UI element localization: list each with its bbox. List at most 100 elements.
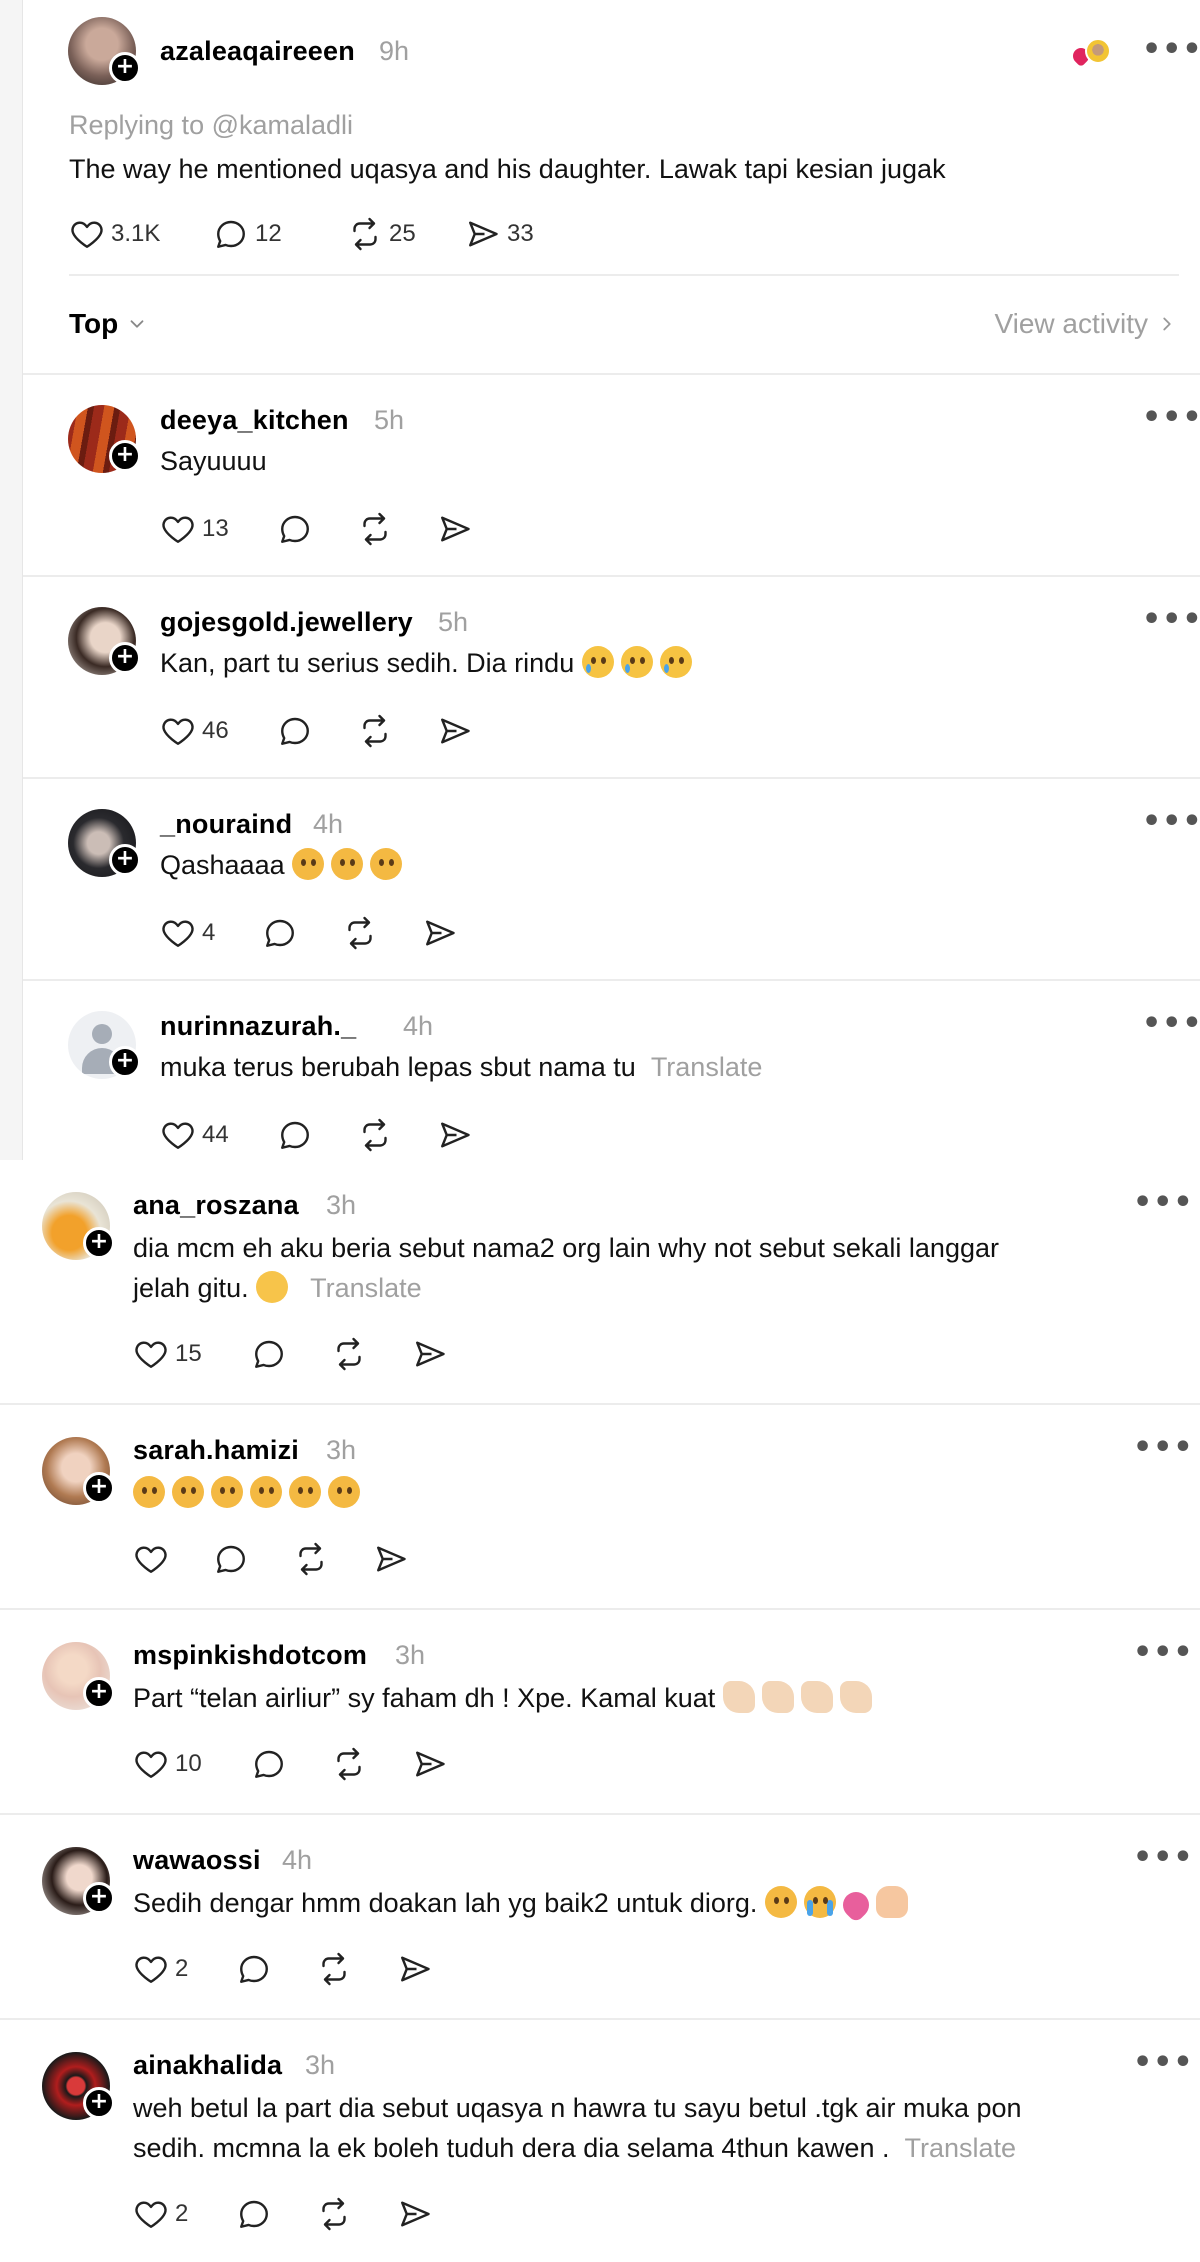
more-options-icon[interactable]: •••	[1133, 2045, 1194, 2080]
reply-button[interactable]	[236, 1951, 272, 1987]
replying-to[interactable]: Replying to @kamaladli	[69, 110, 353, 141]
reply-button[interactable]	[251, 1746, 287, 1782]
share-button[interactable]	[412, 1746, 448, 1782]
repost-button[interactable]	[357, 713, 393, 749]
username[interactable]: nurinnazurah._	[160, 1011, 356, 1042]
like-button[interactable]: 44	[160, 1117, 229, 1153]
share-button[interactable]	[412, 1336, 448, 1372]
reply-post[interactable]: + sarah.hamizi 3h •••	[0, 1405, 1200, 1610]
flexed-biceps-emoji	[722, 1681, 755, 1713]
username[interactable]: deeya_kitchen	[160, 405, 349, 436]
username[interactable]: mspinkishdotcom	[133, 1640, 367, 1671]
reply-button[interactable]	[277, 1117, 313, 1153]
reply-button[interactable]	[236, 2196, 272, 2232]
repost-button[interactable]	[331, 1746, 367, 1782]
follow-plus-icon[interactable]: +	[83, 1882, 115, 1914]
reply-button[interactable]	[277, 511, 313, 547]
follow-plus-icon[interactable]: +	[109, 1046, 141, 1078]
reply-button[interactable]	[251, 1336, 287, 1372]
reply-button[interactable]	[277, 713, 313, 749]
like-button[interactable]: 3.1K	[69, 216, 160, 252]
thread-screenshot-bottom: + ana_roszana 3h ••• dia mcm eh aku beri…	[0, 1160, 1200, 2262]
repost-button[interactable]	[316, 1951, 352, 1987]
reply-post[interactable]: + ainakhalida 3h ••• weh betul la part d…	[0, 2020, 1200, 2262]
reply-post[interactable]: + _nouraind 4h ••• Qashaaaa 4	[23, 779, 1200, 981]
username[interactable]: sarah.hamizi	[133, 1435, 299, 1466]
post-text-content: Sayuuuu	[160, 446, 267, 476]
more-options-icon[interactable]: •••	[1142, 602, 1200, 637]
pleading-face-emoji	[764, 1886, 797, 1918]
username[interactable]: gojesgold.jewellery	[160, 607, 413, 638]
pleading-face-emoji	[250, 1476, 282, 1508]
like-button[interactable]: 46	[160, 713, 229, 749]
translate-link[interactable]: Translate	[310, 1273, 422, 1303]
post-time: 5h	[374, 405, 405, 435]
share-button[interactable]	[437, 713, 473, 749]
reply-post[interactable]: + deeya_kitchen 5h ••• Sayuuuu 13	[23, 375, 1200, 577]
more-options-icon[interactable]: •••	[1142, 1006, 1200, 1041]
username[interactable]: ainakhalida	[133, 2050, 282, 2081]
repost-button[interactable]	[357, 511, 393, 547]
reply-post[interactable]: + nurinnazurah._ 4h ••• muka terus berub…	[23, 981, 1200, 1161]
view-activity-link[interactable]: View activity	[994, 308, 1178, 340]
follow-plus-icon[interactable]: +	[83, 1472, 115, 1504]
share-button[interactable]	[437, 1117, 473, 1153]
like-count: 15	[175, 1340, 202, 1367]
translate-link[interactable]: Translate	[651, 1052, 763, 1082]
follow-plus-icon[interactable]: +	[83, 1677, 115, 1709]
username[interactable]: wawaossi	[133, 1845, 261, 1876]
more-options-icon[interactable]: •••	[1133, 1185, 1194, 1220]
repost-button[interactable]: 25	[347, 216, 416, 252]
reply-post[interactable]: + ana_roszana 3h ••• dia mcm eh aku beri…	[0, 1160, 1200, 1405]
like-button[interactable]: 13	[160, 511, 229, 547]
share-icon	[437, 713, 473, 749]
sparkling-heart-emoji	[837, 1886, 875, 1924]
pleading-face-emoji	[292, 848, 325, 880]
repost-button[interactable]	[293, 1541, 329, 1577]
share-button[interactable]	[422, 915, 458, 951]
like-button[interactable]: 15	[133, 1336, 202, 1372]
follow-plus-icon[interactable]: +	[109, 52, 141, 84]
reply-post[interactable]: + wawaossi 4h ••• Sedih dengar hmm doaka…	[0, 1815, 1200, 2020]
follow-plus-icon[interactable]: +	[109, 844, 141, 876]
reply-post[interactable]: + mspinkishdotcom 3h ••• Part “telan air…	[0, 1610, 1200, 1815]
repost-button[interactable]	[316, 2196, 352, 2232]
share-button[interactable]	[373, 1541, 409, 1577]
comment-icon	[236, 2196, 272, 2232]
more-options-icon[interactable]: •••	[1142, 804, 1200, 839]
more-options-icon[interactable]: •••	[1133, 1430, 1194, 1465]
username[interactable]: ana_roszana	[133, 1190, 299, 1221]
share-button[interactable]	[397, 2196, 433, 2232]
follow-plus-icon[interactable]: +	[109, 642, 141, 674]
like-button[interactable]: 10	[133, 1746, 202, 1782]
more-options-icon[interactable]: •••	[1142, 32, 1200, 67]
repost-button[interactable]	[331, 1336, 367, 1372]
pleading-face-emoji	[133, 1476, 165, 1508]
repost-button[interactable]	[342, 915, 378, 951]
translate-link[interactable]: Translate	[904, 2133, 1016, 2163]
more-options-icon[interactable]: •••	[1133, 1635, 1194, 1670]
comment-icon	[251, 1336, 287, 1372]
like-button[interactable]: 2	[133, 1951, 188, 1987]
follow-plus-icon[interactable]: +	[83, 2087, 115, 2119]
reply-button[interactable]: 12	[213, 216, 282, 252]
liked-by-avatars[interactable]	[1069, 36, 1113, 70]
share-button[interactable]	[397, 1951, 433, 1987]
reply-post[interactable]: + gojesgold.jewellery 5h ••• Kan, part t…	[23, 577, 1200, 779]
sort-dropdown[interactable]: Top	[69, 308, 148, 340]
username[interactable]: azaleaqaireeen	[160, 36, 355, 67]
more-options-icon[interactable]: •••	[1133, 1840, 1194, 1875]
reply-button[interactable]	[262, 915, 298, 951]
share-button[interactable]	[437, 511, 473, 547]
follow-plus-icon[interactable]: +	[109, 440, 141, 472]
like-button[interactable]: 2	[133, 2196, 188, 2232]
share-button[interactable]: 33	[465, 216, 534, 252]
repost-button[interactable]	[357, 1117, 393, 1153]
like-button[interactable]: 4	[160, 915, 215, 951]
username[interactable]: _nouraind	[160, 809, 292, 840]
follow-plus-icon[interactable]: +	[83, 1227, 115, 1259]
comment-icon	[213, 216, 249, 252]
more-options-icon[interactable]: •••	[1142, 400, 1200, 435]
like-button[interactable]	[133, 1541, 169, 1577]
reply-button[interactable]	[213, 1541, 249, 1577]
